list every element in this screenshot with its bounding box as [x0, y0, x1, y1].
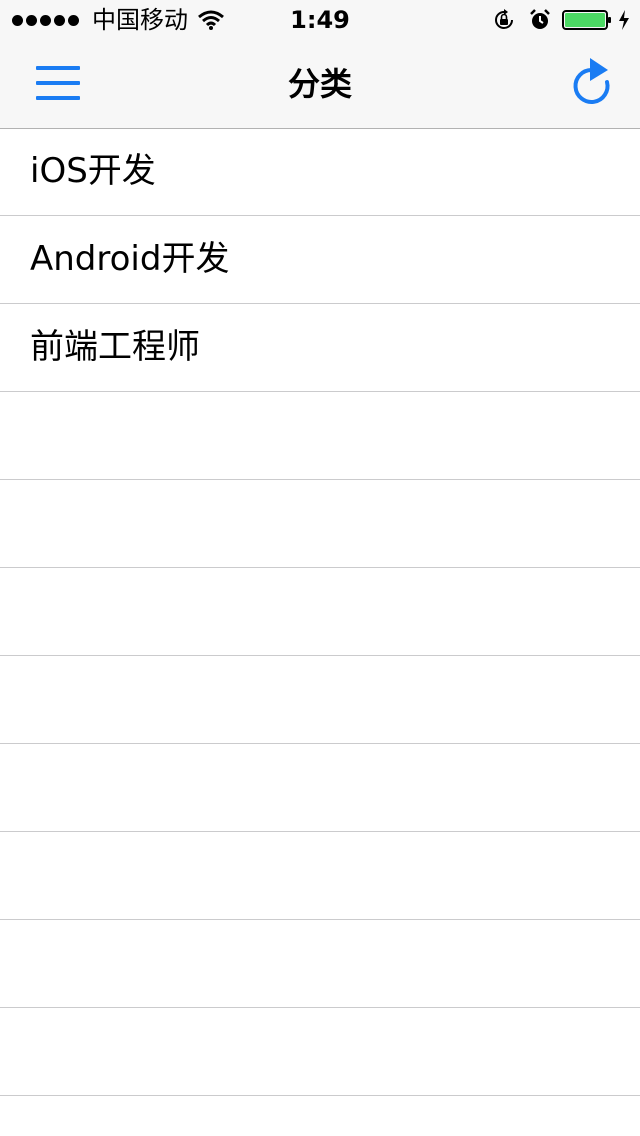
empty-list-row [0, 744, 640, 832]
page-title: 分类 [287, 65, 352, 103]
list-item-label: iOS开发 [30, 151, 156, 191]
status-right [492, 0, 630, 40]
refresh-icon [573, 58, 610, 104]
rotation-lock-icon [495, 9, 513, 29]
menu-button[interactable] [36, 66, 80, 100]
list-item-label: 前端工程师 [30, 327, 200, 367]
list-item[interactable]: iOS开发 [0, 128, 640, 216]
empty-list-row [0, 480, 640, 568]
hamburger-menu-icon [36, 66, 80, 70]
alarm-icon [530, 9, 550, 29]
list-item[interactable]: 前端工程师 [0, 304, 640, 392]
category-list: iOS开发 Android开发 前端工程师 [0, 128, 640, 1096]
empty-list-row [0, 1008, 640, 1096]
empty-list-row [0, 568, 640, 656]
battery-icon [562, 10, 611, 30]
empty-list-row [0, 832, 640, 920]
refresh-button[interactable] [566, 56, 614, 108]
list-item[interactable]: Android开发 [0, 216, 640, 304]
charging-icon [619, 10, 629, 30]
empty-list-row [0, 392, 640, 480]
status-bar: 中国移动 1:49 [0, 0, 640, 40]
list-item-label: Android开发 [30, 239, 230, 279]
empty-list-row [0, 920, 640, 1008]
navigation-bar: 分类 [0, 40, 640, 129]
empty-list-row [0, 656, 640, 744]
